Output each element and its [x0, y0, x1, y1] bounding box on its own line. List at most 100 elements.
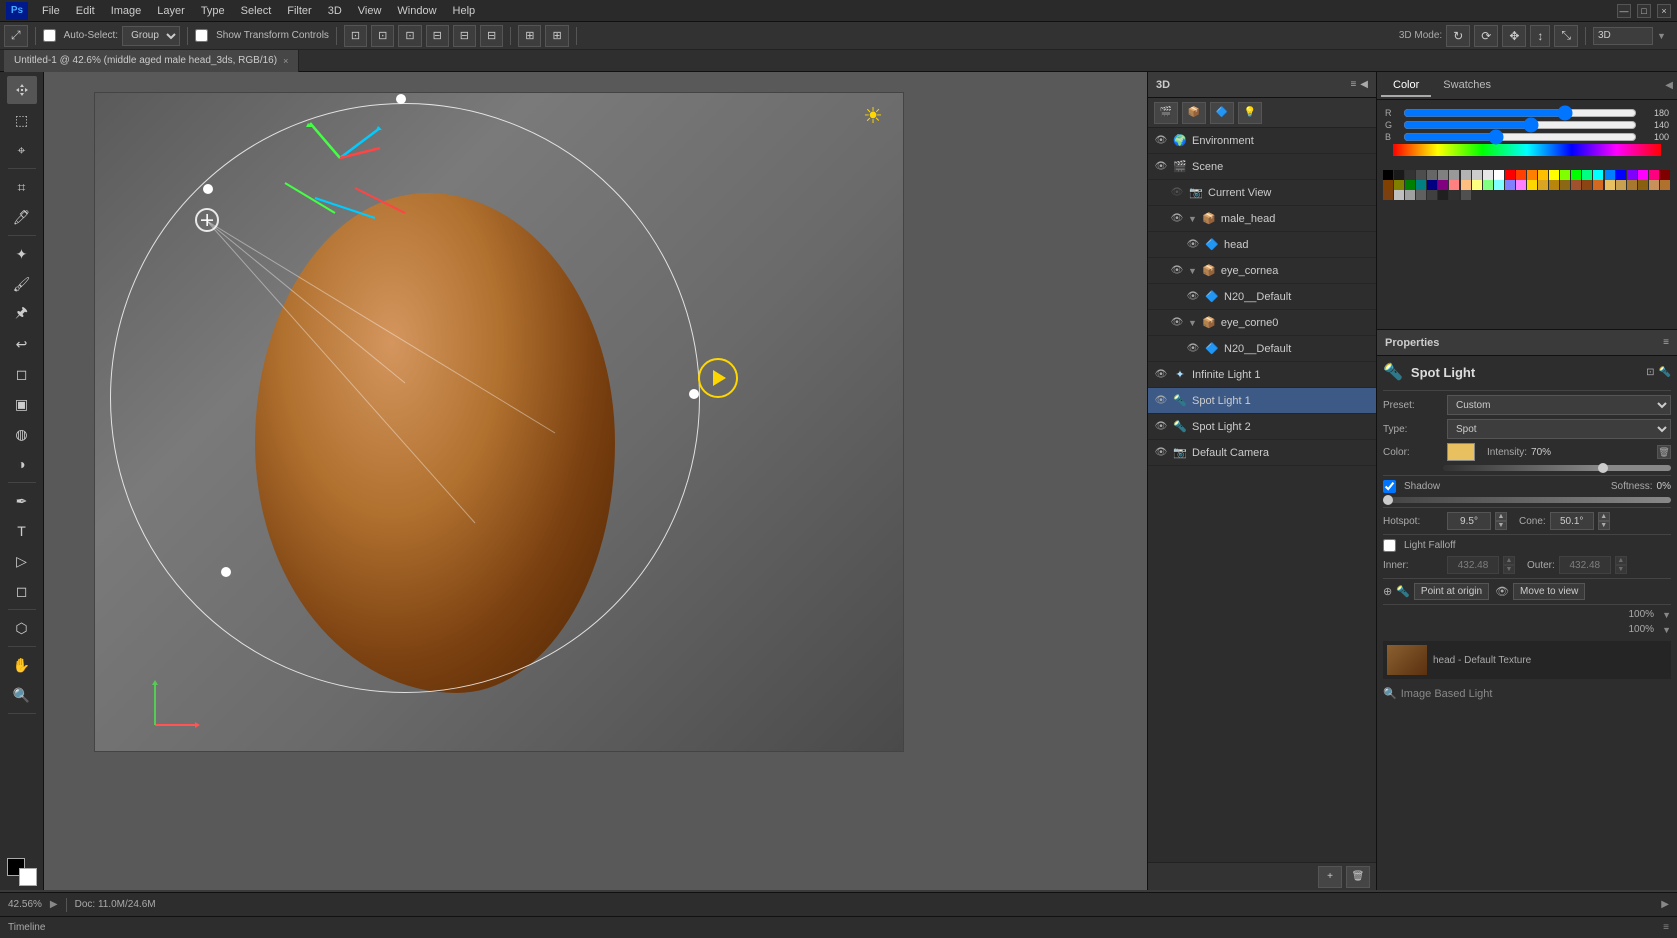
expand-eye-corne0[interactable]: ▼	[1188, 318, 1197, 328]
move-tool[interactable]	[7, 76, 37, 104]
crop-tool[interactable]: ⌗	[7, 173, 37, 201]
cone-input[interactable]	[1550, 512, 1594, 530]
menu-help[interactable]: Help	[445, 3, 484, 19]
color-cell[interactable]	[1538, 180, 1548, 190]
b-slider[interactable]	[1403, 133, 1637, 141]
crosshair-control[interactable]	[195, 208, 219, 232]
eye-n20-1[interactable]: 👁	[1186, 290, 1200, 304]
circle-handle-r[interactable]	[689, 389, 699, 399]
shadow-checkbox[interactable]	[1383, 480, 1396, 493]
path-select-tool[interactable]: ▷	[7, 547, 37, 575]
menu-type[interactable]: Type	[193, 3, 233, 19]
color-cell[interactable]	[1461, 180, 1471, 190]
color-cell[interactable]	[1449, 170, 1459, 180]
hotspot-down[interactable]: ▼	[1495, 521, 1507, 530]
cone-down[interactable]: ▼	[1598, 521, 1610, 530]
menu-3d[interactable]: 3D	[320, 3, 350, 19]
layer-eye-corne0[interactable]: 👁 ▼ 📦 eye_corne0	[1148, 310, 1376, 336]
gradient-tool[interactable]: ▣	[7, 390, 37, 418]
color-cell[interactable]	[1527, 180, 1537, 190]
3d-toolbar-light-btn[interactable]: 💡	[1238, 102, 1262, 124]
color-cell[interactable]	[1383, 180, 1393, 190]
eye-head[interactable]: 👁	[1186, 238, 1200, 252]
layer-head[interactable]: 👁 🔷 head	[1148, 232, 1376, 258]
layer-eye-cornea[interactable]: 👁 ▼ 📦 eye_cornea	[1148, 258, 1376, 284]
color-cell[interactable]	[1427, 180, 1437, 190]
align-bottom-btn[interactable]: ⊟	[480, 25, 503, 47]
menu-window[interactable]: Window	[389, 3, 444, 19]
color-cell[interactable]	[1383, 190, 1393, 200]
color-cell[interactable]	[1649, 170, 1659, 180]
preset-dropdown[interactable]: Custom	[1447, 395, 1671, 415]
heal-tool[interactable]: ✦	[7, 240, 37, 268]
menu-edit[interactable]: Edit	[68, 3, 103, 19]
color-cell[interactable]	[1638, 180, 1648, 190]
eraser-tool[interactable]: ◻	[7, 360, 37, 388]
zoom-tool[interactable]: 🔍	[7, 681, 37, 709]
3d-roll-btn[interactable]: ⟳	[1474, 25, 1498, 47]
color-cell[interactable]	[1549, 170, 1559, 180]
eye-environment[interactable]: 👁	[1154, 134, 1168, 148]
texture-thumbnail[interactable]	[1387, 645, 1427, 675]
color-cell[interactable]	[1593, 180, 1603, 190]
move-to-view-btn[interactable]: Move to view	[1513, 583, 1585, 600]
eye-spot-light-2[interactable]: 👁	[1154, 420, 1168, 434]
inner-input[interactable]	[1447, 556, 1499, 574]
bottom-icon-1[interactable]: 🔍	[1383, 687, 1397, 700]
inner-down[interactable]: ▼	[1503, 565, 1515, 574]
lasso-tool[interactable]: ⌖	[7, 136, 37, 164]
outer-down[interactable]: ▼	[1615, 565, 1627, 574]
color-cell[interactable]	[1627, 170, 1637, 180]
eye-n20-2[interactable]: 👁	[1186, 342, 1200, 356]
zoom-expand[interactable]: ▶	[50, 899, 58, 910]
maximize-btn[interactable]: □	[1637, 4, 1651, 18]
background-swatch[interactable]	[19, 868, 37, 886]
color-cell[interactable]	[1560, 170, 1570, 180]
color-cell[interactable]	[1638, 170, 1648, 180]
color-cell[interactable]	[1416, 170, 1426, 180]
color-cell[interactable]	[1394, 170, 1404, 180]
props-menu-btn[interactable]: ≡	[1663, 337, 1669, 348]
g-slider[interactable]	[1403, 121, 1637, 129]
color-cell[interactable]	[1605, 170, 1615, 180]
color-cell[interactable]	[1538, 170, 1548, 180]
play-button[interactable]	[698, 358, 738, 398]
color-cell[interactable]	[1582, 170, 1592, 180]
layer-default-camera[interactable]: 👁 📷 Default Camera	[1148, 440, 1376, 466]
color-cell[interactable]	[1494, 170, 1504, 180]
close-btn[interactable]: ×	[1657, 4, 1671, 18]
eyedropper-tool[interactable]: 🖊	[7, 203, 37, 231]
rectangle-select-tool[interactable]: ⬚	[7, 106, 37, 134]
intensity-thumb[interactable]	[1598, 463, 1608, 473]
color-cell[interactable]	[1472, 170, 1482, 180]
transform-checkbox[interactable]	[195, 29, 208, 42]
fg-bg-swatches[interactable]	[7, 858, 37, 886]
mode-3d-expand[interactable]: ▼	[1657, 31, 1673, 41]
color-cell[interactable]	[1461, 170, 1471, 180]
menu-file[interactable]: File	[34, 3, 68, 19]
tab-swatches[interactable]: Swatches	[1431, 75, 1503, 97]
pen-tool[interactable]: ✒	[7, 487, 37, 515]
menu-select[interactable]: Select	[233, 3, 280, 19]
menu-view[interactable]: View	[350, 3, 390, 19]
color-cell[interactable]	[1560, 180, 1570, 190]
3d-pan-btn[interactable]: ✥	[1502, 25, 1526, 47]
3d-toolbar-material-btn[interactable]: 🔷	[1210, 102, 1234, 124]
color-cell[interactable]	[1549, 180, 1559, 190]
3d-rotate-btn[interactable]: ↻	[1446, 25, 1470, 47]
color-cell[interactable]	[1405, 190, 1415, 200]
eye-male-head[interactable]: 👁	[1170, 212, 1184, 226]
shape-tool[interactable]: ◻	[7, 577, 37, 605]
layer-infinite-light-1[interactable]: 👁 ✦ Infinite Light 1	[1148, 362, 1376, 388]
color-cell[interactable]	[1394, 180, 1404, 190]
3d-slide-btn[interactable]: ↕	[1530, 25, 1550, 47]
3d-add-btn[interactable]: +	[1318, 866, 1342, 888]
props-icon-1[interactable]: ⊡	[1646, 367, 1654, 378]
3d-toolbar-scene-btn[interactable]: 🎬	[1154, 102, 1178, 124]
color-cell[interactable]	[1449, 190, 1459, 200]
color-cell[interactable]	[1527, 170, 1537, 180]
mode-3d-input[interactable]	[1593, 27, 1653, 45]
3d-panel-collapse-btn[interactable]: ◀	[1360, 79, 1368, 90]
color-cell[interactable]	[1383, 170, 1393, 180]
eye-eye-cornea[interactable]: 👁	[1170, 264, 1184, 278]
